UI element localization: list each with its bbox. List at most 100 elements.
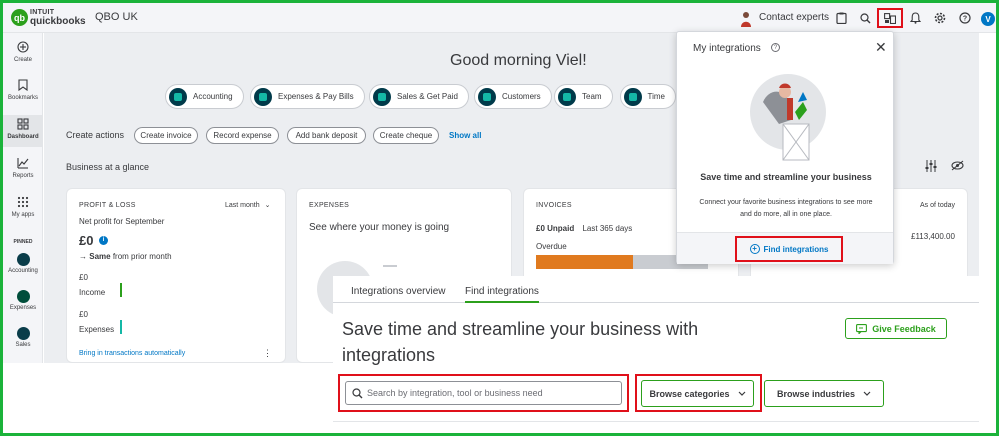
browse-categories-dropdown[interactable]: Browse categories bbox=[641, 380, 754, 407]
logo-product: quickbooks bbox=[30, 16, 86, 27]
sidebar-item-my-apps[interactable]: My apps bbox=[3, 196, 43, 226]
pill-label: Team bbox=[582, 92, 602, 101]
top-bar: qb INTUIT quickbooks QBO UK Contact expe… bbox=[3, 3, 996, 33]
browse-industries-dropdown[interactable]: Browse industries bbox=[764, 380, 884, 407]
quickbooks-logo-icon[interactable]: qb bbox=[11, 9, 28, 26]
chevron-down-icon: ⌄ bbox=[264, 202, 271, 209]
sidebar-item-sales[interactable]: Sales bbox=[3, 327, 43, 355]
expenses-icon bbox=[16, 290, 30, 303]
arrow-right-icon: → bbox=[79, 252, 87, 261]
sidebar-item-dashboard[interactable]: Dashboard bbox=[3, 115, 43, 147]
pinned-heading: PINNED bbox=[13, 239, 33, 245]
bookmark-icon bbox=[16, 79, 30, 93]
pl-subtitle: Net profit for September bbox=[79, 217, 165, 226]
bell-icon[interactable] bbox=[906, 9, 924, 27]
svg-text:?: ? bbox=[963, 16, 967, 23]
bring-transactions-link[interactable]: Bring in transactions automatically bbox=[79, 350, 185, 357]
pill-time[interactable]: Time bbox=[620, 84, 676, 109]
expenses-label: Expenses bbox=[79, 325, 115, 334]
sidebar-item-label: Accounting bbox=[8, 268, 38, 274]
trend-suffix: from prior month bbox=[112, 252, 172, 261]
pl-amount: £0 bbox=[79, 233, 94, 248]
search-icon bbox=[352, 387, 363, 398]
plus-circle-icon: + bbox=[749, 244, 760, 254]
pill-label: Customers bbox=[502, 92, 541, 101]
accounting-icon bbox=[169, 87, 187, 106]
category-strip bbox=[333, 421, 979, 433]
contact-experts-link[interactable]: Contact experts bbox=[759, 12, 829, 23]
close-icon[interactable]: ✕ bbox=[875, 39, 887, 56]
pill-label: Sales & Get Paid bbox=[397, 92, 458, 101]
sidebar-item-expenses[interactable]: Expenses bbox=[3, 290, 43, 318]
reports-icon bbox=[16, 157, 30, 171]
create-cheque-button[interactable]: Create cheque bbox=[373, 127, 439, 144]
create-actions-label: Create actions bbox=[66, 130, 125, 140]
user-avatar[interactable]: V bbox=[981, 12, 995, 26]
popover-body: Connect your favorite business integrati… bbox=[699, 199, 873, 218]
unpaid-amount: £0 Unpaid bbox=[536, 224, 575, 233]
sidebar-item-accounting[interactable]: Accounting bbox=[3, 253, 43, 281]
overdue-bar bbox=[536, 255, 633, 269]
search-icon[interactable] bbox=[856, 9, 874, 27]
pill-expenses[interactable]: Expenses & Pay Bills bbox=[250, 84, 365, 109]
pill-label: Accounting bbox=[193, 92, 233, 101]
quickbooks-logo[interactable]: INTUIT quickbooks bbox=[30, 8, 86, 27]
my-integrations-icon[interactable] bbox=[877, 8, 903, 28]
give-feedback-button[interactable]: Give Feedback bbox=[845, 318, 947, 339]
browse-industries-label: Browse industries bbox=[776, 388, 856, 399]
popover-footer: + Find integrations bbox=[677, 232, 893, 264]
company-name[interactable]: QBO UK bbox=[95, 11, 138, 23]
sidebar-item-reports[interactable]: Reports bbox=[3, 157, 43, 187]
find-integrations-button[interactable]: + Find integrations bbox=[735, 236, 843, 262]
sales-icon bbox=[373, 87, 391, 106]
business-glance-heading: Business at a glance bbox=[66, 162, 150, 172]
tab-find-integrations[interactable]: Find integrations bbox=[465, 286, 539, 303]
tab-integrations-overview[interactable]: Integrations overview bbox=[351, 286, 446, 297]
sidebar-item-label: My apps bbox=[11, 212, 35, 218]
browse-categories-label: Browse categories bbox=[649, 388, 730, 399]
accounting-icon bbox=[16, 253, 30, 266]
sidebar-item-bookmarks[interactable]: Bookmarks bbox=[3, 79, 43, 109]
more-options-icon[interactable]: ⋮ bbox=[263, 348, 272, 359]
clipboard-icon[interactable] bbox=[832, 9, 850, 27]
pl-trend: → Same from prior month bbox=[79, 252, 172, 261]
pl-period-dropdown[interactable]: Last month ⌄ bbox=[225, 201, 270, 209]
show-all-link[interactable]: Show all bbox=[449, 131, 481, 140]
card-title: INVOICES bbox=[536, 202, 572, 209]
pill-accounting[interactable]: Accounting bbox=[165, 84, 244, 109]
pill-label: Expenses & Pay Bills bbox=[278, 92, 354, 101]
bank-balance: £113,400.00 bbox=[911, 232, 955, 241]
overdue-label: Overdue bbox=[536, 242, 567, 251]
gear-icon[interactable] bbox=[931, 9, 949, 27]
create-invoice-button[interactable]: Create invoice bbox=[134, 127, 198, 144]
sidebar-item-label: Expenses bbox=[9, 305, 37, 311]
customers-icon bbox=[478, 87, 496, 106]
integrations-page-panel: Integrations overview Find integrations … bbox=[333, 276, 979, 433]
income-bar bbox=[120, 283, 122, 297]
left-sidebar: Create Bookmarks Dashboard Reports My ap… bbox=[3, 33, 43, 363]
pill-label: Time bbox=[647, 92, 665, 101]
trend-value: Same bbox=[89, 252, 111, 261]
chevron-down-icon bbox=[738, 391, 745, 396]
info-icon[interactable]: ? bbox=[771, 43, 780, 52]
integration-search-box[interactable] bbox=[345, 381, 622, 405]
expenses-amount: £0 bbox=[79, 310, 88, 319]
sidebar-item-label: Bookmarks bbox=[7, 95, 38, 101]
pill-sales[interactable]: Sales & Get Paid bbox=[369, 84, 469, 109]
integration-search-input[interactable] bbox=[367, 388, 607, 398]
help-icon[interactable]: ? bbox=[956, 9, 974, 27]
add-bank-deposit-button[interactable]: Add bank deposit bbox=[287, 127, 366, 144]
sidebar-item-label: Create bbox=[13, 57, 32, 63]
dashboard-icon bbox=[16, 118, 30, 132]
search-highlight bbox=[338, 374, 629, 412]
card-title: PROFIT & LOSS bbox=[79, 202, 136, 209]
record-expense-button[interactable]: Record expense bbox=[206, 127, 279, 144]
pill-customers[interactable]: Customers bbox=[474, 84, 552, 109]
pill-team[interactable]: Team bbox=[554, 84, 613, 109]
sliders-icon[interactable] bbox=[925, 160, 937, 175]
hide-eye-icon[interactable] bbox=[951, 160, 964, 174]
popover-headline: Save time and streamline your business bbox=[700, 172, 872, 182]
sidebar-item-create[interactable]: Create bbox=[3, 41, 43, 71]
info-icon[interactable]: i bbox=[99, 236, 108, 245]
profit-loss-card[interactable]: PROFIT & LOSS Last month ⌄ Net profit fo… bbox=[66, 188, 286, 363]
